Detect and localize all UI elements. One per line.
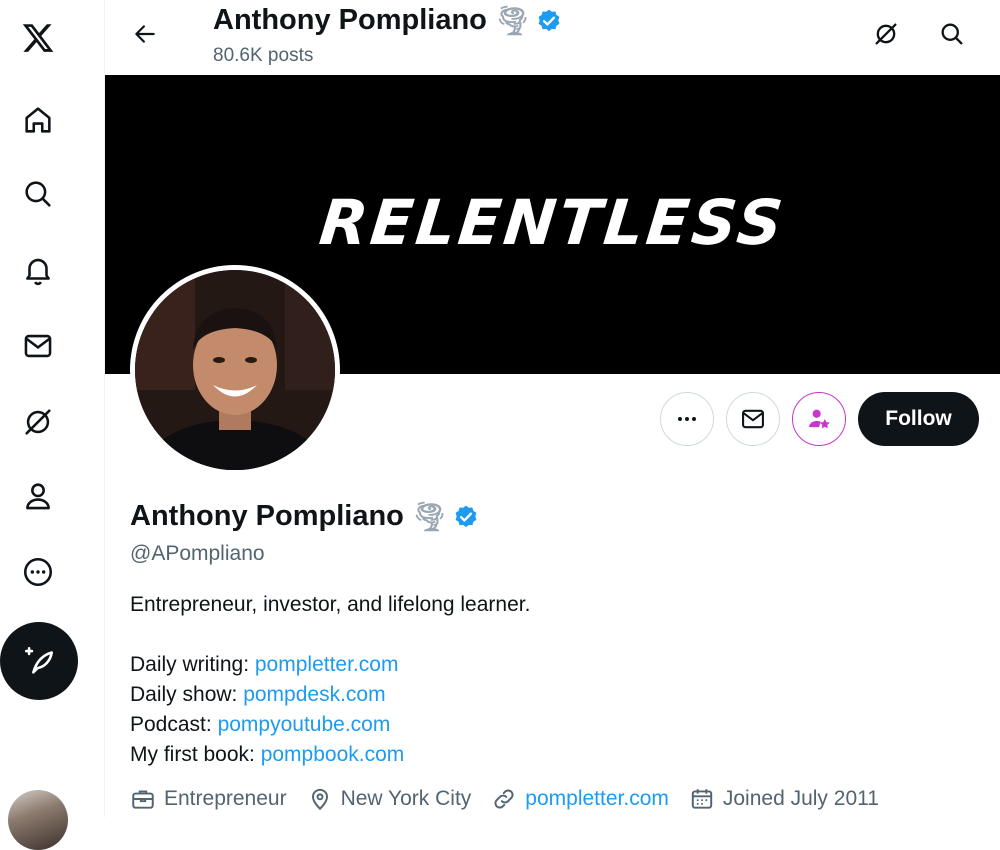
arrow-left-icon (135, 25, 155, 43)
bio-link-line: Daily show: pompdesk.com (130, 680, 530, 710)
profile-meta-row: Entrepreneur New York City pompletter.co… (130, 786, 899, 812)
x-logo-icon[interactable] (14, 14, 62, 62)
profile-avatar[interactable] (130, 265, 340, 475)
meta-profession: Entrepreneur (130, 786, 287, 812)
link-icon (494, 789, 514, 809)
back-button[interactable] (125, 14, 165, 54)
website-link[interactable]: pompletter.com (525, 787, 669, 811)
mail-icon[interactable] (14, 322, 62, 370)
ellipsis-icon (678, 417, 696, 421)
mail-icon (742, 409, 764, 429)
search-icon (941, 23, 963, 45)
compose-post-button[interactable] (0, 622, 78, 700)
joined-text: Joined July 2011 (722, 787, 879, 810)
header-profile-name: Anthony Pompliano 🌪 (213, 4, 562, 37)
profile-name-text: Anthony Pompliano (130, 500, 404, 532)
compose-post-icon (24, 646, 54, 674)
bio-link-label: Daily writing: (130, 653, 255, 676)
profession-text: Entrepreneur (164, 787, 287, 810)
location-pin-icon (311, 788, 328, 811)
bio-link-line: Daily writing: pompletter.com (130, 650, 530, 680)
bio-link-label: Podcast: (130, 713, 218, 736)
bio-link[interactable]: pompdesk.com (243, 683, 385, 706)
message-button[interactable] (726, 392, 780, 446)
bio-text: Entrepreneur, investor, and lifelong lea… (130, 593, 531, 616)
subscribe-button[interactable] (792, 392, 846, 446)
person-star-icon (809, 409, 830, 429)
location-text: New York City (340, 787, 472, 810)
tornado-emoji: 🌪 (494, 5, 531, 36)
grok-icon (875, 23, 897, 45)
bio-link-label: My first book: (130, 743, 261, 766)
account-avatar[interactable] (8, 790, 68, 850)
verified-badge-icon[interactable] (536, 8, 562, 34)
calendar-icon (691, 789, 713, 809)
bio-link-line: Podcast: pompyoutube.com (130, 710, 530, 740)
meta-location: New York City (307, 786, 472, 812)
grok-icon[interactable] (14, 398, 62, 446)
profile-name: Anthony Pompliano 🌪 (130, 500, 479, 533)
person-icon[interactable] (14, 472, 62, 520)
header-search-button[interactable] (932, 14, 972, 54)
bio-link[interactable]: pompyoutube.com (218, 713, 391, 736)
profile-photo (135, 270, 335, 470)
more-circle-icon[interactable] (14, 548, 62, 596)
briefcase-icon (132, 790, 154, 809)
tornado-emoji: 🌪 (411, 501, 448, 532)
meta-joined: Joined July 2011 (689, 786, 879, 812)
post-count: 80.6K posts (213, 45, 314, 66)
follow-button[interactable]: Follow (858, 392, 979, 446)
home-icon[interactable] (14, 96, 62, 144)
bio-link[interactable]: pompbook.com (261, 743, 405, 766)
profile-bio: Entrepreneur, investor, and lifelong lea… (130, 590, 530, 770)
bio-link-line: My first book: pompbook.com (130, 740, 530, 770)
profile-header-bar: Anthony Pompliano 🌪 80.6K posts (105, 0, 1000, 75)
meta-website: pompletter.com (491, 786, 669, 812)
left-sidebar-nav (0, 0, 105, 850)
grok-header-button[interactable] (866, 14, 906, 54)
banner-text: RELENTLESS (316, 186, 789, 259)
header-name-text: Anthony Pompliano (213, 4, 487, 36)
profile-handle: @APompliano (130, 542, 265, 565)
bio-link-label: Daily show: (130, 683, 244, 706)
search-icon[interactable] (14, 170, 62, 218)
bio-link[interactable]: pompletter.com (255, 653, 399, 676)
bell-icon[interactable] (14, 246, 62, 294)
verified-badge-icon[interactable] (453, 504, 479, 530)
more-options-button[interactable] (660, 392, 714, 446)
